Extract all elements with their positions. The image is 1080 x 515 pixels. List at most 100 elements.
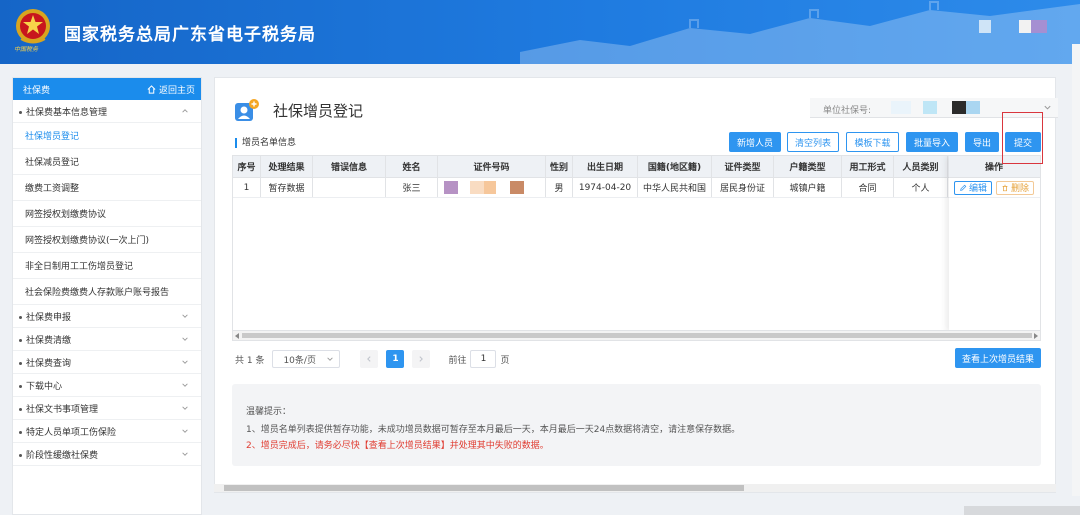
col-header: 户籍类型 (774, 156, 842, 177)
header-widget-1[interactable] (979, 20, 991, 33)
sidebar: 社保费 返回主页 社保费基本信息管理 社保增员登记 社保减员登记 缴费工资调整 … (12, 77, 202, 515)
scroll-right-icon[interactable] (1034, 333, 1038, 339)
sidebar-group-label: 社保费基本信息管理 (26, 107, 108, 118)
home-icon (147, 84, 156, 94)
col-header: 证件类型 (712, 156, 774, 177)
edit-label: 编辑 (968, 184, 987, 194)
chevron-down-icon (327, 357, 334, 361)
cell-name: 张三 (386, 178, 438, 197)
page-title: 社保增员登记 (273, 102, 364, 120)
tip-line-1: 1、增员名单列表提供暂存功能，未成功增员数据可暂存至本月最后一天，本月最后一天2… (246, 425, 741, 435)
return-home-link[interactable]: 返回主页 (147, 83, 195, 96)
sidebar-group-label: 社保费清缴 (26, 335, 72, 346)
col-header: 出生日期 (573, 156, 638, 177)
cell-id-type: 居民身份证 (712, 178, 774, 197)
page-number-1[interactable]: 1 (386, 350, 405, 368)
redacted-block (952, 101, 966, 114)
cell-no: 1 (233, 178, 261, 197)
main-content: 社保增员登记 单位社保号: 增员名单信息 新增人员 清空列表 模板下载 批量导入… (214, 77, 1058, 493)
table-row[interactable]: 1 暂存数据 张三 男 1974-04-20 中华人民共和国 居民身份证 城镇户… (233, 178, 1040, 198)
chevron-left-icon (367, 356, 372, 362)
scrollbar-thumb[interactable] (242, 333, 1032, 338)
table-horizontal-scrollbar[interactable] (233, 330, 1040, 340)
template-download-button[interactable]: 模板下载 (846, 132, 899, 152)
cell-nationality: 中华人民共和国 (638, 178, 712, 197)
top-header: 中国税务 国家税务总局广东省电子税务局 (0, 0, 1080, 64)
cell-actions: 编辑 删除 (948, 178, 1040, 197)
view-last-result-button[interactable]: 查看上次增员结果 (955, 348, 1041, 368)
col-header: 处理结果 (261, 156, 313, 177)
cell-gender: 男 (546, 178, 573, 197)
sidebar-group-label: 特定人员单项工伤保险 (26, 427, 117, 438)
sidebar-group-basic-info[interactable]: 社保费基本信息管理 (13, 100, 201, 123)
section-title: 增员名单信息 (235, 138, 296, 148)
chevron-right-icon (419, 356, 424, 362)
clear-list-button[interactable]: 清空列表 (787, 132, 839, 152)
col-header: 姓名 (386, 156, 438, 177)
sidebar-header: 社保费 返回主页 (13, 78, 201, 100)
sidebar-group-injury-insurance[interactable]: 特定人员单项工伤保险 (13, 420, 201, 443)
chevron-down-icon (182, 337, 188, 341)
sidebar-group-download[interactable]: 下载中心 (13, 374, 201, 397)
sidebar-group-documents[interactable]: 社保文书事项管理 (13, 397, 201, 420)
page-size-select[interactable]: 10条/页 (272, 350, 341, 368)
col-header: 错误信息 (313, 156, 386, 177)
table-header: 序号 处理结果 错误信息 姓名 证件号码 性别 出生日期 国籍(地区籍) 证件类… (233, 156, 1040, 178)
sidebar-group-label: 社保费查询 (26, 358, 72, 369)
chevron-down-icon (182, 406, 188, 410)
sidebar-group-label: 社保文书事项管理 (26, 404, 99, 415)
sidebar-item-remove-staff[interactable]: 社保减员登记 (13, 149, 201, 175)
header-widget-3[interactable] (1031, 20, 1047, 33)
sidebar-item-parttime-injury[interactable]: 非全日制用工工伤增员登记 (13, 253, 201, 279)
next-page-button[interactable] (412, 350, 431, 368)
right-edge-strip (1072, 44, 1080, 496)
total-count: 共 1 条 (235, 355, 265, 366)
header-widget-2[interactable] (1019, 20, 1031, 33)
trash-icon (1002, 184, 1008, 191)
col-header: 人员类别 (894, 156, 948, 177)
edit-icon (960, 184, 967, 191)
batch-import-button[interactable]: 批量导入 (906, 132, 958, 152)
redacted-block (891, 101, 911, 114)
return-home-label: 返回主页 (158, 85, 195, 96)
add-user-icon (235, 99, 259, 121)
redacted-block (966, 101, 980, 114)
page-size-value: 10条/页 (283, 355, 316, 366)
col-header: 序号 (233, 156, 261, 177)
chevron-down-icon (182, 383, 188, 387)
redacted-block (484, 181, 496, 194)
goto-page-input[interactable]: 1 (470, 350, 497, 368)
edit-button[interactable]: 编辑 (953, 180, 992, 195)
chevron-down-icon (182, 314, 188, 318)
redacted-block (470, 181, 484, 194)
add-staff-button[interactable]: 新增人员 (729, 132, 781, 152)
staff-table: 序号 处理结果 错误信息 姓名 证件号码 性别 出生日期 国籍(地区籍) 证件类… (232, 155, 1041, 341)
prev-page-button[interactable] (360, 350, 379, 368)
tips-title: 温馨提示： (246, 407, 292, 417)
chevron-down-icon[interactable] (1043, 103, 1052, 112)
sidebar-item-online-agreement-visit[interactable]: 网签授权划缴费协议(一次上门) (13, 227, 201, 253)
page-horizontal-scrollbar[interactable] (214, 484, 1056, 492)
sidebar-group-label: 社保费申报 (26, 312, 72, 323)
sidebar-group-declare[interactable]: 社保费申报 (13, 305, 201, 328)
sidebar-item-online-agreement[interactable]: 网签授权划缴费协议 (13, 201, 201, 227)
col-header: 证件号码 (438, 156, 546, 177)
site-title: 国家税务总局广东省电子税务局 (64, 25, 316, 45)
sidebar-item-account-report[interactable]: 社会保险费缴费人存款账户账号报告 (13, 279, 201, 305)
col-header: 国籍(地区籍) (638, 156, 712, 177)
cell-error (313, 178, 386, 197)
sidebar-item-wage-adjust[interactable]: 缴费工资调整 (13, 175, 201, 201)
pagination: 共 1 条 10条/页 1 前往 1 页 (235, 350, 509, 368)
chevron-down-icon (182, 452, 188, 456)
scroll-left-icon[interactable] (235, 333, 239, 339)
export-button[interactable]: 导出 (965, 132, 999, 152)
scrollbar-thumb[interactable] (224, 485, 744, 491)
sidebar-group-payment[interactable]: 社保费清缴 (13, 328, 201, 351)
sidebar-group-query[interactable]: 社保费查询 (13, 351, 201, 374)
great-wall-decoration (520, 1, 1080, 64)
sidebar-group-label: 阶段性缓缴社保费 (26, 450, 99, 461)
sidebar-group-deferred[interactable]: 阶段性缓缴社保费 (13, 443, 201, 466)
sidebar-item-add-staff[interactable]: 社保增员登记 (13, 123, 201, 149)
delete-button[interactable]: 删除 (996, 180, 1035, 195)
tips-box: 温馨提示： 1、增员名单列表提供暂存功能，未成功增员数据可暂存至本月最后一天，本… (232, 384, 1041, 466)
